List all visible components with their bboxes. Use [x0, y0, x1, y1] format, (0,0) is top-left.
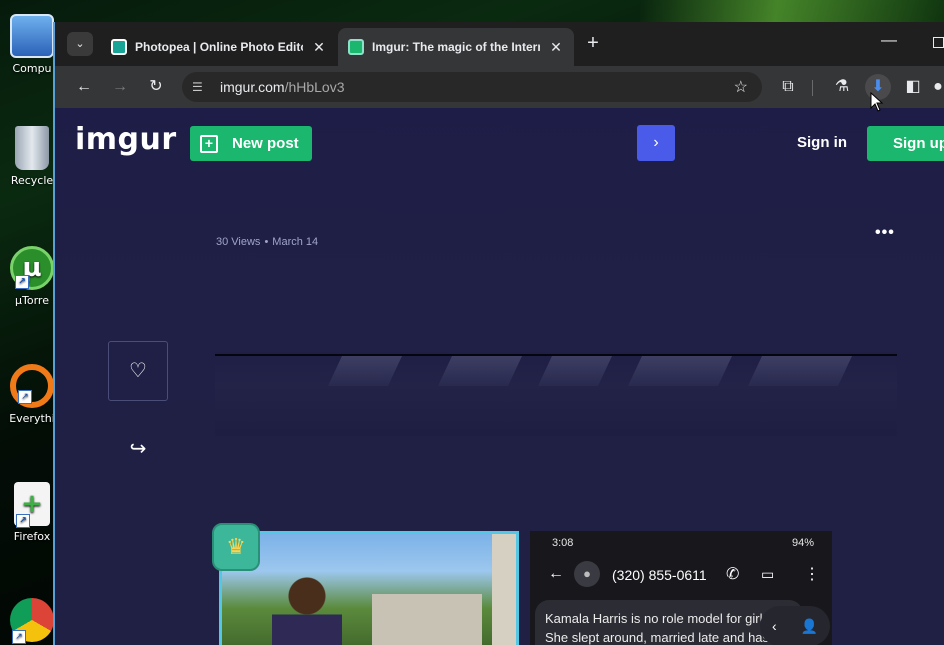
tab-search-button[interactable]: ⌄	[67, 32, 93, 56]
kebab-menu-icon: ⋮	[804, 566, 820, 583]
photopea-icon	[111, 39, 127, 55]
browser-toolbar: ← → ↻ ☰ imgur.com /hHbLov3 ☆ ⧉ ⚗ ⬇ ◧ ●	[55, 66, 944, 108]
maximize-button[interactable]	[933, 37, 944, 48]
tab-title: Imgur: The magic of the Intern	[372, 40, 540, 54]
imgur-page: imgur + New post › Sign in Sign up 30 Vi…	[55, 108, 944, 645]
profile-avatar[interactable]: ●	[931, 74, 944, 100]
reload-icon[interactable]: ↻	[143, 74, 169, 100]
wallpaper-streak	[640, 0, 944, 24]
desktop-icon-computer[interactable]: Compu	[4, 14, 60, 75]
desktop-icon-everything[interactable]: ↗ Everythi	[4, 364, 60, 425]
computer-icon	[10, 14, 54, 58]
tab-title: Photopea | Online Photo Edito	[135, 40, 303, 54]
post-photo-doorbell[interactable]	[219, 531, 519, 645]
browser-window: ⌄ Photopea | Online Photo Edito ✕ Imgur:…	[53, 22, 944, 645]
trophy-badge-icon: ♛	[212, 523, 260, 571]
side-panel-icon[interactable]: ◧	[900, 74, 926, 100]
more-options-icon[interactable]: •••	[875, 224, 895, 242]
add-contact-icon: 👤	[800, 617, 819, 634]
close-icon[interactable]: ✕	[548, 39, 564, 56]
url-path: /hHbLov3	[284, 79, 345, 95]
post-image-glitched	[215, 352, 897, 436]
chevron-right-icon[interactable]: ›	[637, 125, 675, 161]
desktop-icon-label: µTorre	[15, 294, 49, 307]
site-settings-icon[interactable]: ☰	[192, 80, 212, 94]
toolbar-separator	[812, 80, 813, 96]
back-arrow-icon: ←	[548, 565, 564, 582]
desktop-icon-label: Recycle	[10, 174, 54, 187]
utorrent-icon: µ ↗	[10, 246, 54, 290]
url-host: imgur.com	[220, 79, 285, 95]
view-count: 30 Views	[216, 236, 261, 248]
post-photo-phone-screenshot[interactable]: 3:08 94% ← ● (320) 855-0611 ✆ ▭ ⋮ Kamala…	[530, 531, 832, 645]
photo-doorframe	[492, 534, 516, 645]
sign-in-link[interactable]: Sign in	[797, 134, 847, 151]
new-post-label: New post	[232, 135, 299, 152]
share-arrow-icon[interactable]: ↪	[125, 436, 151, 461]
heart-icon[interactable]: ♡	[108, 341, 168, 401]
photo-house	[372, 594, 482, 645]
plus-icon: +	[200, 134, 218, 153]
desktop-icon-label: Compu	[12, 62, 52, 75]
shortcut-arrow-icon: ↗	[12, 630, 26, 644]
new-post-button[interactable]: + New post	[190, 126, 312, 161]
phone-number: (320) 855-0611	[612, 567, 707, 583]
shortcut-arrow-icon: ↗	[18, 390, 32, 404]
everything-search-icon: ↗	[10, 364, 54, 408]
imgur-logo[interactable]: imgur	[75, 122, 177, 157]
tab-photopea[interactable]: Photopea | Online Photo Edito ✕	[101, 28, 337, 66]
new-tab-button[interactable]: +	[581, 32, 605, 55]
phone-battery: 94%	[791, 537, 814, 549]
imgur-icon	[348, 39, 364, 55]
address-bar[interactable]: ☰ imgur.com /hHbLov3 ☆	[182, 72, 762, 102]
phone-call-icon: ✆	[726, 566, 740, 583]
tab-strip: ⌄ Photopea | Online Photo Edito ✕ Imgur:…	[55, 22, 944, 66]
labs-flask-icon[interactable]: ⚗	[829, 74, 855, 100]
photo-person	[272, 574, 342, 645]
post-meta: 30 Views • March 14	[216, 236, 319, 248]
close-icon[interactable]: ✕	[311, 39, 327, 56]
forward-arrow-icon[interactable]: →	[107, 74, 133, 100]
desktop-icon-recycle[interactable]: Recycle	[4, 126, 60, 187]
chrome-icon: ↗	[10, 598, 54, 644]
desktop-icon-label: Firefox	[13, 530, 51, 543]
shortcut-arrow-icon: ↗	[15, 275, 29, 289]
post-date: March 14	[272, 236, 319, 248]
desktop-icon-firefox[interactable]: + ↗ Firefox	[4, 482, 60, 543]
minimize-button[interactable]: —	[881, 32, 897, 50]
desktop-icon-utorrent[interactable]: µ ↗ µTorre	[4, 246, 60, 307]
contact-avatar-icon: ●	[574, 561, 600, 587]
extensions-icon[interactable]: ⧉	[775, 74, 801, 100]
shortcut-arrow-icon: ↗	[16, 514, 30, 528]
chevron-left-icon: ‹	[771, 618, 777, 634]
sign-up-button[interactable]: Sign up	[867, 126, 944, 161]
site-header: imgur + New post › Sign in Sign up	[55, 108, 944, 178]
tab-imgur[interactable]: Imgur: The magic of the Intern ✕	[338, 28, 574, 66]
document-plus-icon: + ↗	[14, 482, 50, 528]
desktop-icon-label: Everythi	[9, 412, 55, 425]
phone-time: 3:08	[552, 537, 574, 549]
recycle-bin-icon	[15, 126, 49, 170]
video-call-icon: ▭	[761, 566, 775, 582]
back-arrow-icon[interactable]: ←	[71, 74, 97, 100]
phone-floating-controls: ‹ 👤	[760, 606, 830, 645]
bookmark-star-icon[interactable]: ☆	[734, 77, 748, 97]
desktop-icon-chrome[interactable]: ↗	[4, 598, 60, 645]
